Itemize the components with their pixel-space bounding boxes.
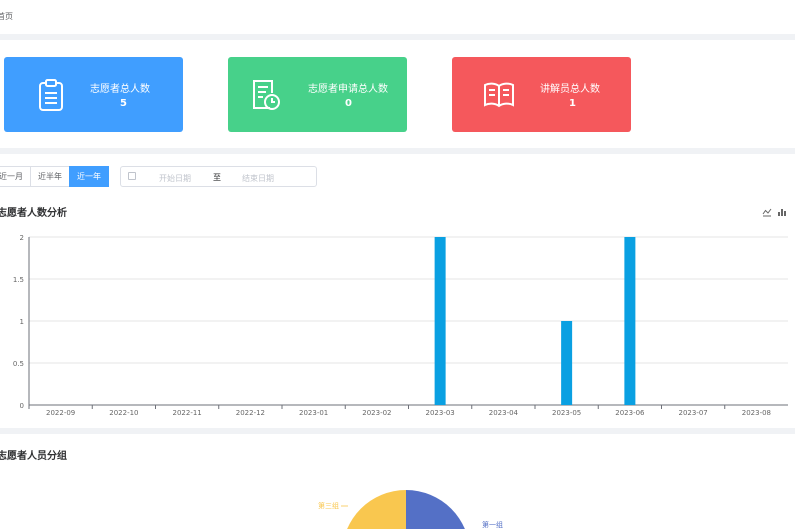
stat-value: 5 <box>120 98 127 109</box>
x-tick-label: 2023-01 <box>299 409 328 417</box>
x-tick-label: 2022-09 <box>46 409 75 417</box>
pie-chart-panel: 志愿者人员分组 第三组 第一组 <box>0 434 795 529</box>
stat-card-volunteers[interactable]: 志愿者总人数 5 <box>4 57 183 132</box>
x-tick-label: 2023-04 <box>489 409 519 417</box>
stat-value: 0 <box>345 98 352 109</box>
stat-value: 1 <box>569 98 576 109</box>
stat-label: 志愿者总人数 <box>90 84 150 95</box>
stat-label: 志愿者申请总人数 <box>308 84 388 95</box>
bar <box>624 237 636 405</box>
x-tick-label: 2023-08 <box>742 409 771 417</box>
stat-card-applications[interactable]: 志愿者申请总人数 0 <box>228 57 407 132</box>
bar <box>561 321 573 405</box>
pie-slice-group-3[interactable] <box>342 490 406 529</box>
x-tick-label: 2023-02 <box>362 409 391 417</box>
y-tick-label: 1 <box>20 318 24 326</box>
pie-label-group-3: 第三组 <box>318 501 339 510</box>
pie-chart: 第三组 第一组 <box>318 490 503 529</box>
x-tick-label: 2023-03 <box>426 409 455 417</box>
x-tick-label: 2023-05 <box>552 409 581 417</box>
open-book-icon <box>484 82 514 108</box>
y-tick-label: 2 <box>20 234 24 242</box>
top-bar: 首页 <box>0 0 795 34</box>
x-tick-label: 2023-06 <box>615 409 645 417</box>
y-tick-label: 0.5 <box>13 360 24 368</box>
y-tick-label: 1.5 <box>13 276 24 284</box>
stat-label: 讲解员总人数 <box>540 84 600 95</box>
bar-chart-panel: 近一月 近半年 近一年 开始日期 至 结束日期 志愿者人数分析 0 0.5 1 1.5… <box>0 154 795 428</box>
pie-label-group-1: 第一组 <box>482 520 503 529</box>
stats-panel: 志愿者总人数 5 志愿者申请总人数 0 讲解员总人数 1 <box>0 40 795 148</box>
breadcrumb-home[interactable]: 首页 <box>0 11 13 22</box>
document-clock-icon <box>253 80 280 110</box>
x-tick-label: 2022-11 <box>173 409 202 417</box>
bar-chart: 0 0.5 1 1.5 2 2022-09 2022-10 2022-11 2022-12 202… <box>13 234 788 417</box>
x-tick-label: 2023-07 <box>679 409 708 417</box>
clipboard-icon <box>39 79 63 111</box>
x-tick-label: 2022-12 <box>236 409 265 417</box>
x-tick-label: 2022-10 <box>109 409 138 417</box>
stat-card-guides[interactable]: 讲解员总人数 1 <box>452 57 631 132</box>
pie-slice-group-1[interactable] <box>406 490 470 529</box>
y-tick-label: 0 <box>20 402 24 410</box>
bar <box>434 237 446 405</box>
